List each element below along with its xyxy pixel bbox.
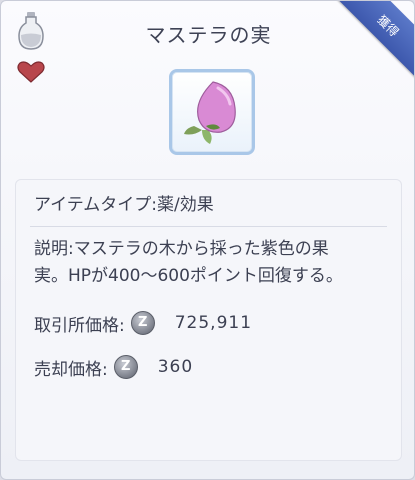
exchange-price-label: 取引所価格: [34,315,125,336]
item-tooltip-panel: マステラの実 獲得 アイテムタイプ:薬/効果 説明:マステラの木から採った紫色の… [0,0,415,480]
sell-price-value: 360 [157,357,194,377]
description-line-1: 説明:マステラの木から採った紫色の果 [34,239,329,259]
sell-price-row: 売却価格: Z 360 [34,352,193,382]
item-type: アイテムタイプ:薬/効果 [34,195,214,215]
sell-price-label: 売却価格: [34,359,108,380]
exchange-price-value: 725,911 [174,313,253,333]
mastela-fruit-icon [184,81,236,144]
item-icon-frame [169,69,255,155]
favorite-heart-icon[interactable] [17,61,45,83]
description-line-2: 実。HPが400～600ポイント回復する。 [34,266,343,286]
item-description: 説明:マステラの木から採った紫色の果 実。HPが400～600ポイント回復する。 [34,236,389,290]
item-info-box: アイテムタイプ:薬/効果 説明:マステラの木から採った紫色の果 実。HPが400… [15,179,402,461]
divider [30,226,387,227]
exchange-price-row: 取引所価格: Z 725,911 [34,308,252,338]
zeny-coin-icon: Z [113,355,138,379]
item-title: マステラの実 [145,23,272,47]
zeny-coin-icon: Z [130,311,155,335]
